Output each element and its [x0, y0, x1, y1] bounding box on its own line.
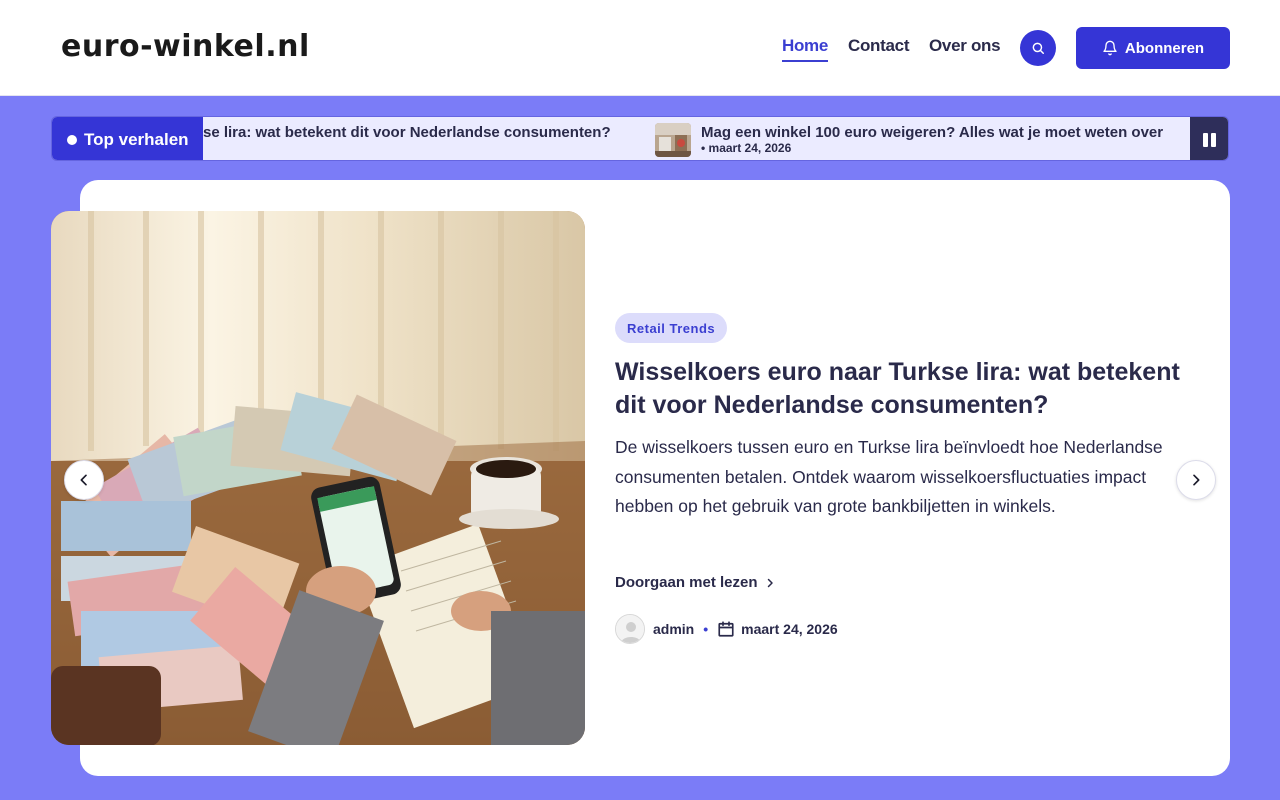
- ticker-dot: [67, 134, 77, 145]
- post-meta: admin • maart 24, 2026: [615, 613, 838, 645]
- chevron-right-small-icon: [767, 578, 773, 587]
- nav-home[interactable]: Home: [782, 36, 828, 62]
- meta-separator: •: [703, 621, 709, 637]
- bell-icon: [1103, 40, 1117, 56]
- chevron-right-icon: [1193, 474, 1200, 486]
- slide-excerpt: De wisselkoers tussen euro en Turkse lir…: [615, 437, 1163, 516]
- nav-contact[interactable]: Contact: [848, 36, 909, 56]
- chevron-left-icon: [80, 474, 87, 486]
- read-more-label: Doorgaan met lezen: [615, 574, 758, 591]
- avatar[interactable]: [615, 614, 645, 644]
- subscribe-button[interactable]: Abonneren: [1076, 27, 1230, 69]
- author-link[interactable]: admin: [653, 621, 694, 637]
- top-stories-ticker: Top verhalen se lira: wat betekent dit v…: [51, 116, 1229, 161]
- slide-image-illustration: [51, 211, 585, 745]
- ticker-track: se lira: wat betekent dit voor Nederland…: [203, 117, 1192, 160]
- search-icon: [1032, 42, 1044, 54]
- pause-icon: [1202, 132, 1216, 147]
- subscribe-label: Abonneren: [1124, 39, 1205, 57]
- nav-over-ons[interactable]: Over ons: [929, 36, 1001, 56]
- read-more-link[interactable]: Doorgaan met lezen: [615, 574, 776, 591]
- slide-image[interactable]: [51, 211, 585, 745]
- post-date[interactable]: maart 24, 2026: [741, 621, 838, 637]
- calendar-icon: [718, 621, 734, 637]
- category-badge[interactable]: Retail Trends: [615, 313, 728, 343]
- site-header: euro-winkel.nl Home Contact Over ons Abo…: [0, 0, 1280, 96]
- ticker-pause-button[interactable]: [1190, 117, 1228, 160]
- slider-next-button[interactable]: [1176, 460, 1216, 500]
- ticker-item-date: • maart 24, 2026: [701, 141, 792, 155]
- ticker-item-title[interactable]: se lira: wat betekent dit voor Nederland…: [203, 124, 611, 141]
- ticker-label: Top verhalen: [84, 129, 189, 149]
- ticker-item-title[interactable]: Mag een winkel 100 euro weigeren? Alles …: [701, 124, 1163, 141]
- slider-prev-button[interactable]: [64, 460, 104, 500]
- ticker-label-box: Top verhalen: [52, 117, 203, 160]
- search-button[interactable]: [1020, 30, 1056, 66]
- ticker-item-thumbnail[interactable]: [655, 123, 691, 157]
- slide-title[interactable]: Wisselkoers euro naar Turkse lira: wat b…: [615, 356, 1185, 422]
- site-logo[interactable]: euro-winkel.nl: [61, 29, 310, 64]
